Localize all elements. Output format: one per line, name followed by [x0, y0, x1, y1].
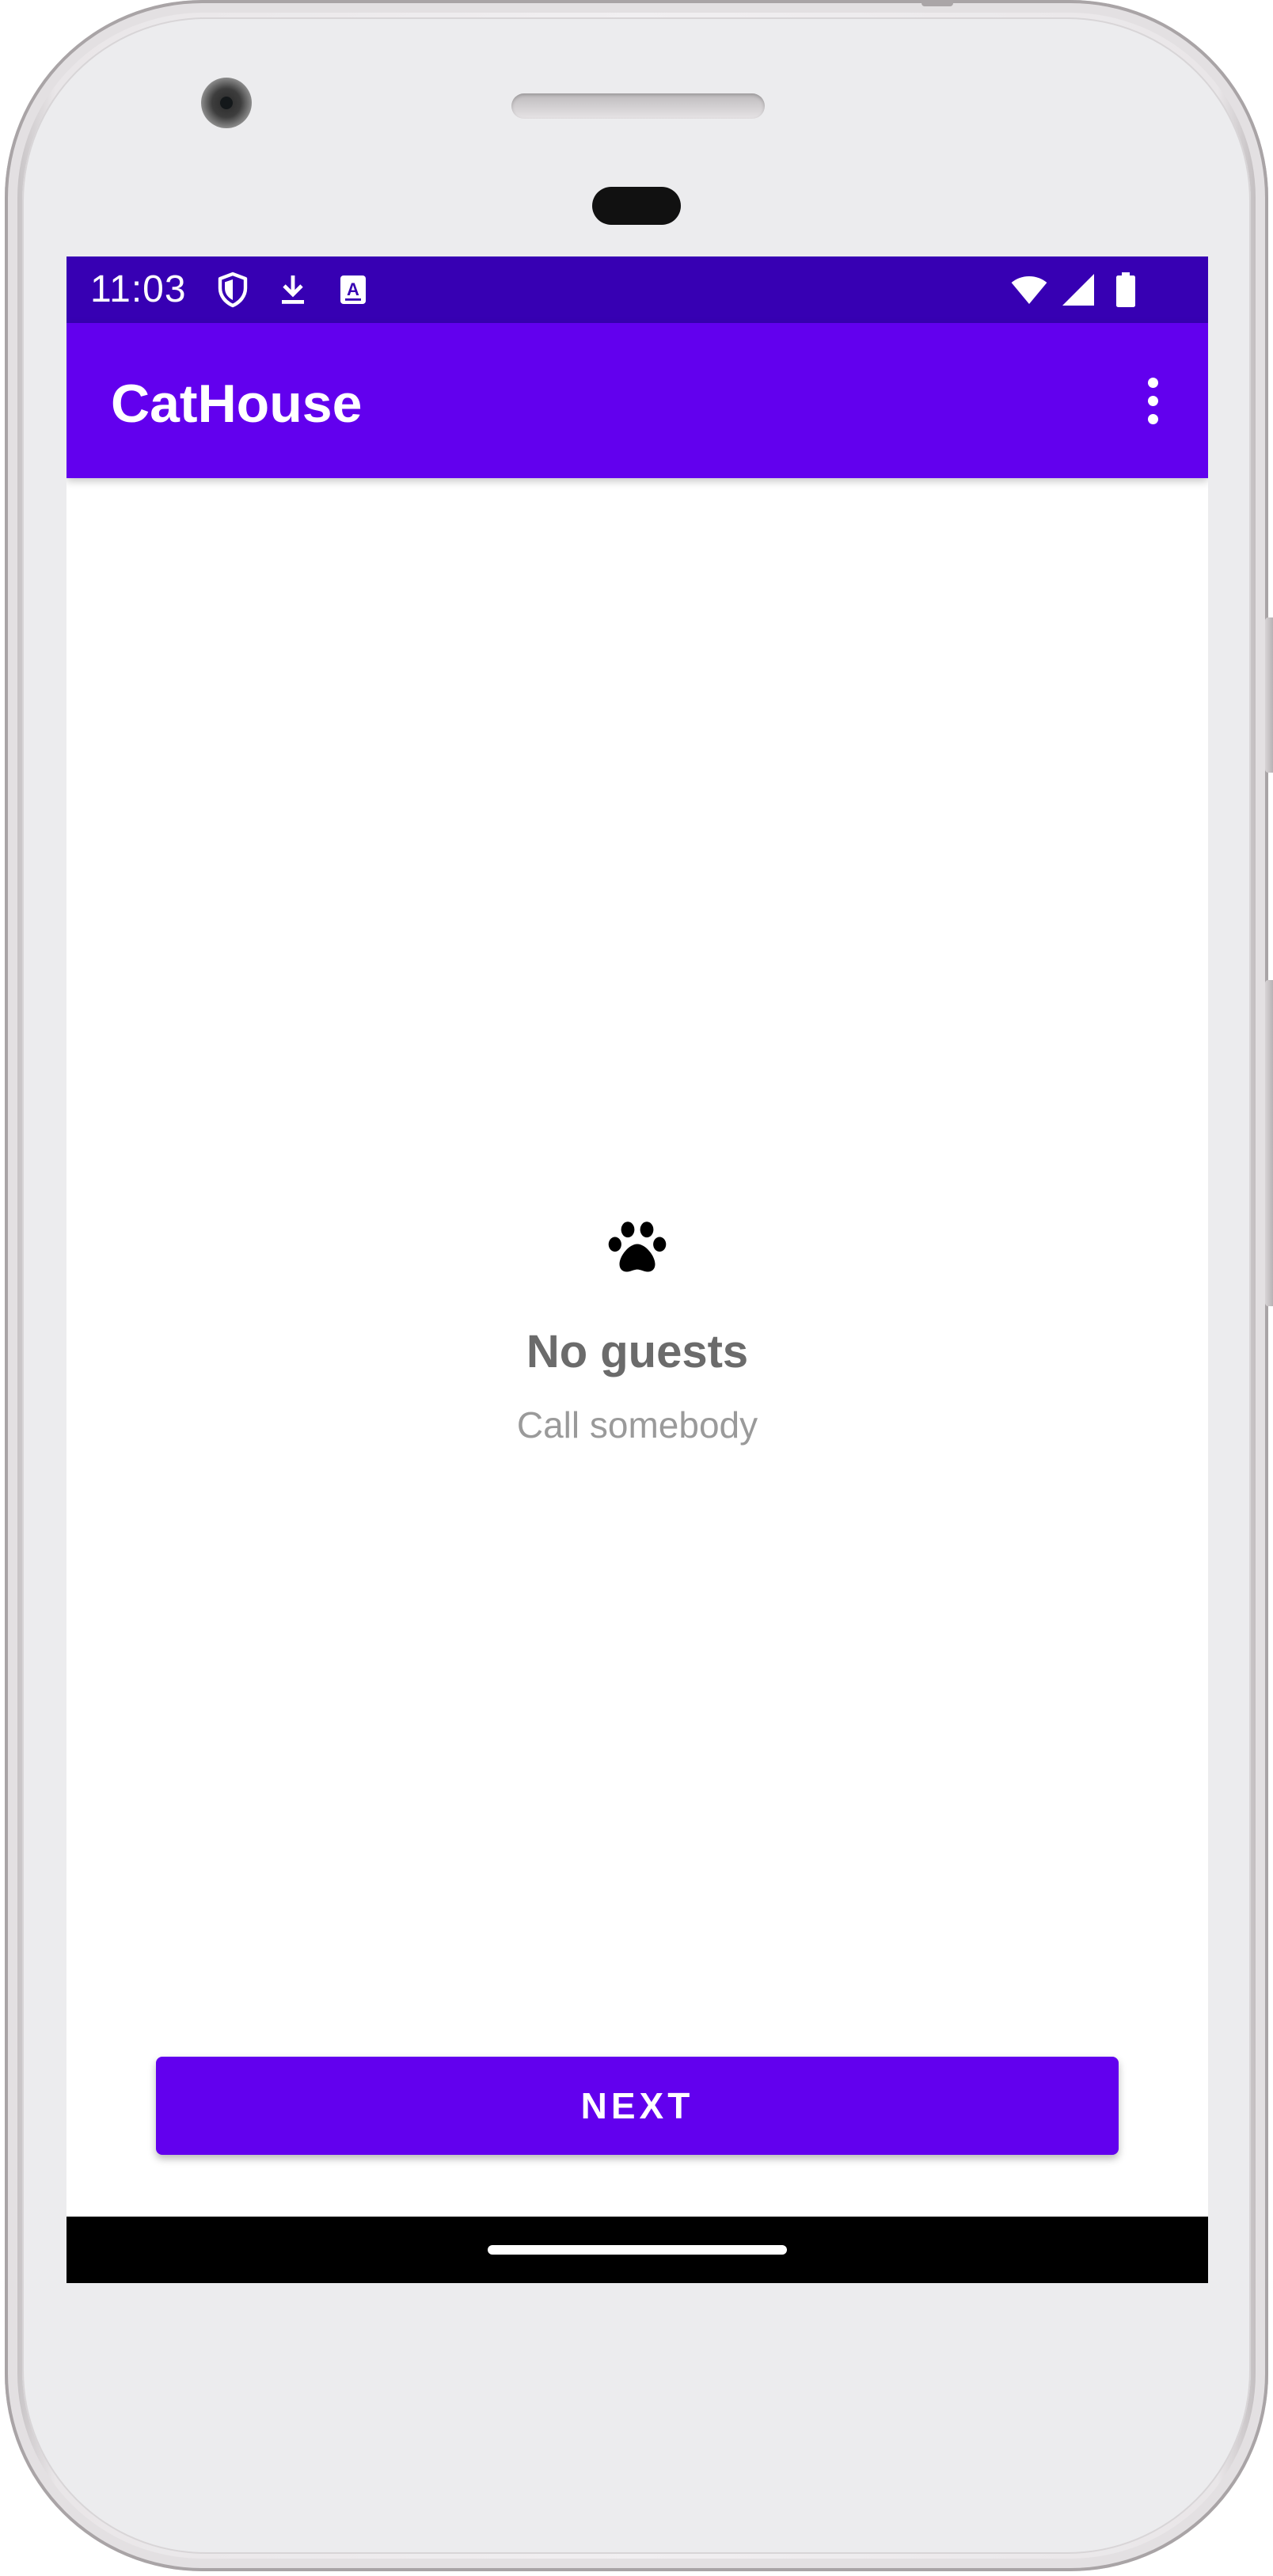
- status-bar: 11:03 A: [66, 256, 1208, 323]
- battery-icon: [1116, 272, 1135, 307]
- volume-rocker: [1265, 980, 1273, 1306]
- navigation-bar: [66, 2217, 1208, 2283]
- status-time: 11:03: [90, 268, 187, 310]
- power-button: [1265, 617, 1273, 773]
- svg-text:A: A: [347, 279, 359, 299]
- app-screen: 11:03 A CatHouse No guests Call somebody…: [66, 256, 1208, 2283]
- home-gesture-handle[interactable]: [488, 2245, 787, 2255]
- front-camera: [201, 78, 252, 128]
- download-icon: [282, 275, 304, 304]
- overflow-menu-button[interactable]: [1123, 370, 1183, 431]
- earpiece-speaker: [511, 93, 765, 119]
- app-bar: CatHouse: [66, 323, 1208, 478]
- text-a-icon: A: [340, 275, 366, 304]
- paw-icon: [608, 1222, 667, 1272]
- phone-frame: 11:03 A CatHouse No guests Call somebody…: [5, 0, 1273, 2571]
- empty-state-title: No guests: [526, 1326, 749, 1377]
- wifi-icon: [1011, 276, 1047, 304]
- empty-state: No guests Call somebody: [66, 1219, 1208, 1447]
- app-title: CatHouse: [111, 374, 363, 434]
- shield-icon: [218, 272, 248, 308]
- proximity-sensor: [592, 187, 681, 225]
- next-button[interactable]: NEXT: [156, 2057, 1119, 2155]
- empty-state-subtitle: Call somebody: [516, 1404, 758, 1446]
- more-vertical-icon: [1147, 377, 1158, 388]
- cell-signal-icon: [1062, 274, 1094, 306]
- top-hardware-button: [922, 0, 953, 6]
